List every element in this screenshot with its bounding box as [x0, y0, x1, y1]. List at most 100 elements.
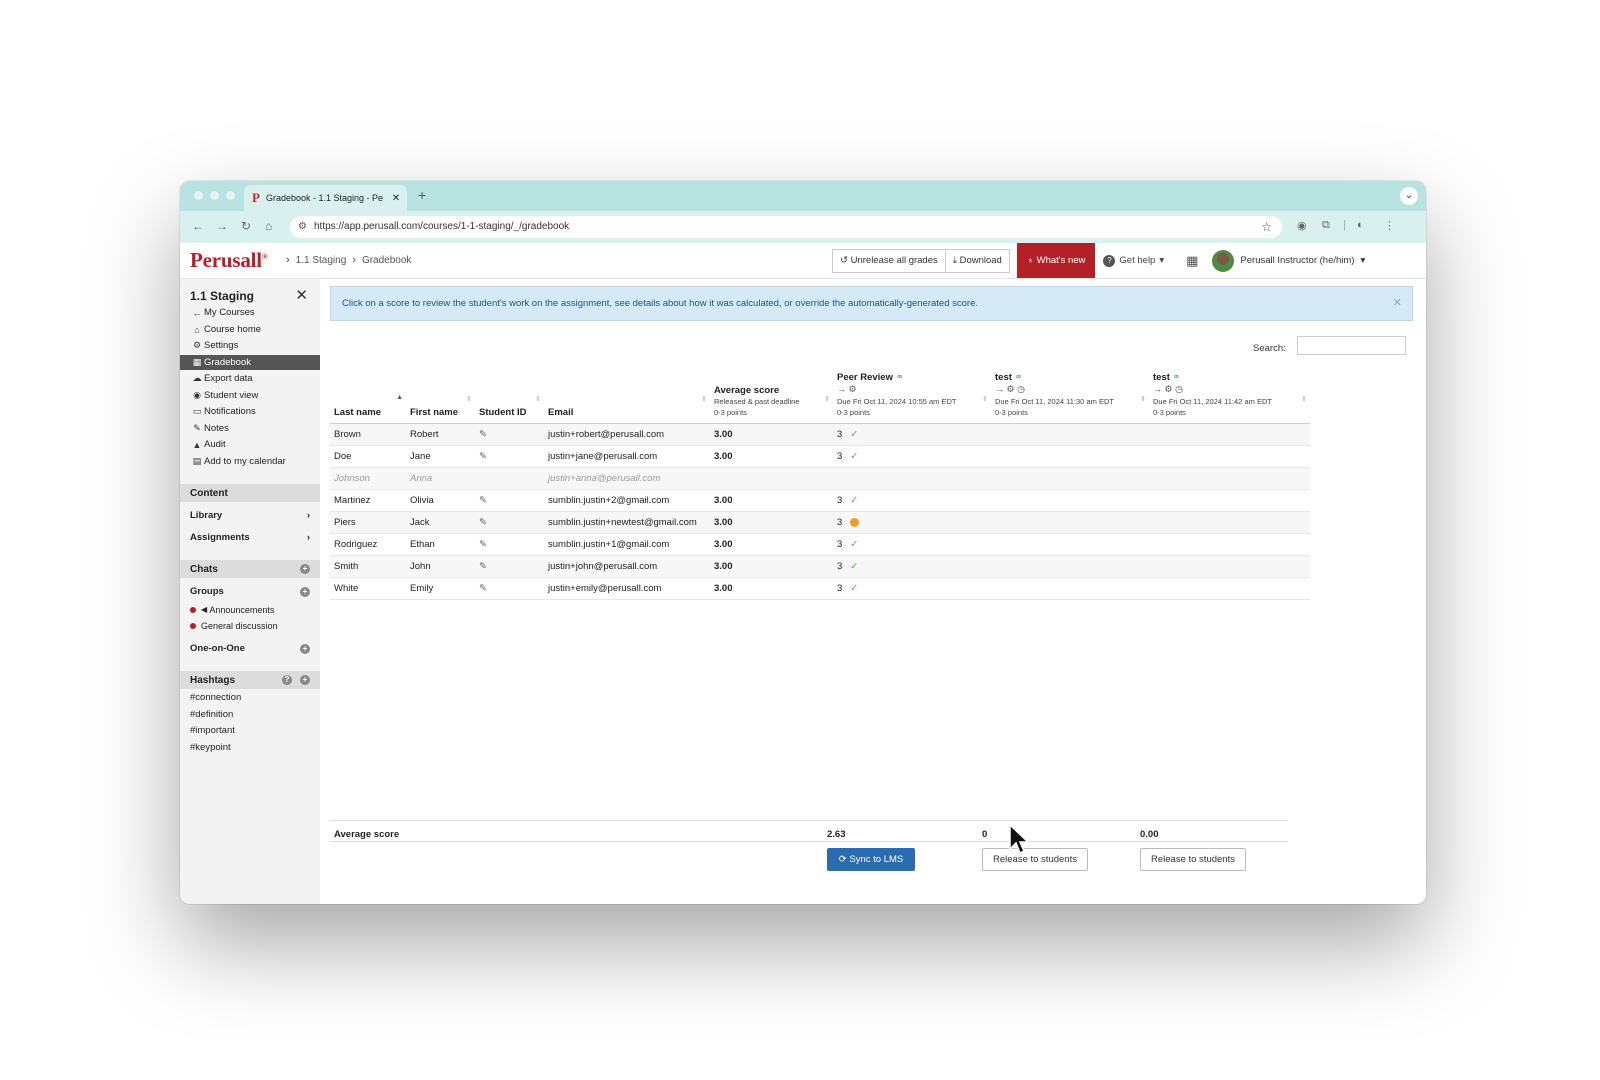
score-cell[interactable]: [1149, 489, 1310, 512]
score-cell[interactable]: [1149, 423, 1310, 446]
sidebar-group-general-discussion[interactable]: General discussion: [180, 618, 320, 633]
arrow-right-icon[interactable]: →: [995, 384, 1004, 394]
avg-score-cell[interactable]: 3.00: [710, 533, 833, 556]
reload-icon[interactable]: ↻: [241, 219, 251, 233]
score-cell[interactable]: [991, 511, 1149, 534]
edit-pencil-icon[interactable]: ✎: [479, 539, 487, 550]
edit-pencil-icon[interactable]: ✎: [479, 451, 487, 462]
avg-score-cell[interactable]: 3.00: [710, 489, 833, 512]
avg-score-cell[interactable]: 3.00: [710, 577, 833, 600]
col-peer-review[interactable]: Peer Review ⚭ → ⚙ Due Fri Oct 11, 2024 1…: [833, 368, 991, 424]
arrow-right-icon[interactable]: →: [1153, 384, 1162, 394]
score-cell[interactable]: [1149, 533, 1310, 556]
release-to-students-button[interactable]: Release to students: [982, 848, 1088, 871]
new-tab-icon[interactable]: +: [418, 187, 426, 203]
add-group-icon[interactable]: +: [300, 586, 310, 597]
score-cell[interactable]: [991, 423, 1149, 446]
unrelease-all-grades-button[interactable]: ↺ Unrelease all grades: [832, 248, 946, 273]
search-input[interactable]: [1297, 336, 1406, 355]
sidebar-item-add-to-calendar[interactable]: ▤ Add to my calendar: [180, 454, 320, 469]
help-icon[interactable]: ?: [282, 675, 292, 685]
col-last-name[interactable]: Last name ▲: [330, 368, 406, 424]
close-sidebar-icon[interactable]: ✕: [295, 286, 308, 304]
avg-score-cell[interactable]: 3.00: [710, 511, 833, 534]
score-cell[interactable]: 3 ✓: [833, 489, 991, 512]
gear-icon[interactable]: ⚙: [1007, 384, 1015, 394]
score-cell[interactable]: [1149, 511, 1310, 534]
col-average-score[interactable]: Average score Released & past deadline 0…: [710, 368, 833, 424]
score-cell[interactable]: [1149, 445, 1310, 468]
score-cell[interactable]: 3 ✓: [833, 555, 991, 578]
score-cell[interactable]: 3 ✓: [833, 445, 991, 468]
edit-pencil-icon[interactable]: ✎: [479, 561, 487, 572]
browser-menu-icon[interactable]: ⋮: [1384, 219, 1395, 232]
apps-grid-icon[interactable]: ▦: [1186, 253, 1198, 269]
dismiss-alert-icon[interactable]: ✕: [1393, 287, 1402, 320]
sidebar-item-audit[interactable]: ▲ Audit: [180, 437, 320, 452]
arrow-right-icon[interactable]: →: [837, 384, 846, 394]
address-bar[interactable]: ⚙ https://app.perusall.com/courses/1-1-s…: [290, 216, 1282, 238]
hashtag-item[interactable]: #definition: [190, 709, 233, 720]
edit-pencil-icon[interactable]: ✎: [479, 495, 487, 506]
sidebar-item-student-view[interactable]: ◉ Student view: [180, 388, 320, 403]
whats-new-button[interactable]: ♁ What's new: [1016, 243, 1096, 278]
download-button[interactable]: ⤓ Download: [945, 248, 1010, 273]
release-to-students-button[interactable]: Release to students: [1140, 848, 1246, 871]
breadcrumb-course[interactable]: 1.1 Staging: [296, 255, 347, 266]
score-cell[interactable]: 3: [833, 511, 991, 534]
sidebar-item-library[interactable]: Library ›: [190, 510, 310, 521]
bookmark-star-icon[interactable]: ☆: [1261, 216, 1272, 238]
forward-icon[interactable]: →: [216, 219, 228, 233]
sidebar-item-my-courses[interactable]: ← My Courses: [180, 305, 320, 320]
sidebar-item-course-home[interactable]: ⌂ Course home: [180, 322, 320, 337]
perusall-logo[interactable]: Perusall®: [190, 248, 268, 273]
score-cell[interactable]: [991, 445, 1149, 468]
add-chat-icon[interactable]: +: [300, 564, 310, 574]
sidebar-item-assignments[interactable]: Assignments ›: [190, 532, 310, 543]
sidebar-item-gradebook[interactable]: ▦ Gradebook: [180, 355, 320, 370]
score-cell[interactable]: 3 ✓: [833, 577, 991, 600]
breadcrumb-gradebook[interactable]: Gradebook: [362, 255, 411, 266]
edit-pencil-icon[interactable]: ✎: [479, 429, 487, 440]
user-menu[interactable]: Perusall Instructor (he/him) ▾: [1212, 249, 1365, 272]
profile-icon[interactable]: ◐: [1357, 219, 1364, 231]
get-help-dropdown[interactable]: ? Get help ▾: [1103, 254, 1164, 267]
score-cell[interactable]: [1149, 577, 1310, 600]
score-cell[interactable]: 3 ✓: [833, 533, 991, 556]
sync-to-lms-button[interactable]: ⟳ Sync to LMS: [827, 848, 915, 871]
sidebar-group-announcements[interactable]: ◀ Announcements: [180, 602, 320, 617]
sidebar-item-export-data[interactable]: ☁ Export data: [180, 371, 320, 386]
hashtag-item[interactable]: #keypoint: [190, 742, 231, 753]
window-controls[interactable]: [194, 191, 235, 200]
col-student-id[interactable]: Student ID ⇕: [475, 368, 544, 424]
sidebar-item-notes[interactable]: ✎ Notes: [180, 421, 320, 436]
hashtag-item[interactable]: #important: [190, 725, 235, 736]
avg-score-cell[interactable]: 3.00: [710, 445, 833, 468]
col-email[interactable]: Email ⇕: [544, 368, 710, 424]
hashtag-item[interactable]: #connection: [190, 692, 241, 703]
score-cell[interactable]: [1149, 555, 1310, 578]
back-icon[interactable]: ←: [192, 219, 204, 233]
site-info-icon[interactable]: ⚙: [298, 216, 307, 238]
home-icon[interactable]: ⌂: [265, 219, 272, 233]
browser-tab[interactable]: P Gradebook - 1.1 Staging - Pe ✕: [244, 185, 407, 211]
puzzle-extensions-icon[interactable]: ⧉: [1322, 219, 1330, 232]
gear-icon[interactable]: ⚙: [1165, 384, 1173, 394]
avg-score-cell[interactable]: 3.00: [710, 555, 833, 578]
sidebar-item-notifications[interactable]: ▭ Notifications: [180, 404, 320, 419]
score-cell[interactable]: [991, 555, 1149, 578]
edit-pencil-icon[interactable]: ✎: [479, 517, 487, 528]
extension-icon[interactable]: ◉: [1297, 219, 1307, 232]
tab-search-chevron-icon[interactable]: ⌄: [1400, 187, 1418, 205]
gear-icon[interactable]: ⚙: [849, 384, 857, 394]
add-one-on-one-icon[interactable]: +: [300, 643, 310, 654]
edit-pencil-icon[interactable]: ✎: [479, 583, 487, 594]
tab-close-icon[interactable]: ✕: [389, 193, 403, 204]
score-cell[interactable]: [991, 577, 1149, 600]
avg-score-cell[interactable]: 3.00: [710, 423, 833, 446]
col-test-2[interactable]: test ⚭ → ⚙ ◷ Due Fri Oct 11, 2024 11:42 …: [1149, 368, 1310, 424]
col-test-1[interactable]: test ⚭ → ⚙ ◷ Due Fri Oct 11, 2024 11:30 …: [991, 368, 1149, 424]
score-cell[interactable]: [991, 489, 1149, 512]
score-cell[interactable]: 3 ✓: [833, 423, 991, 446]
score-cell[interactable]: [991, 533, 1149, 556]
